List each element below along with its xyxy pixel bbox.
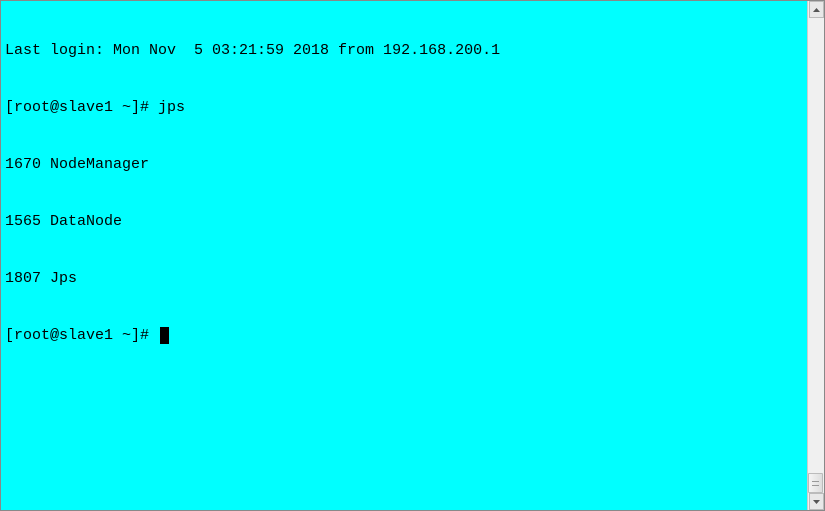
scroll-thumb[interactable] [808,473,823,493]
command-line-2: [root@slave1 ~]# [5,326,803,345]
terminal-window: Last login: Mon Nov 5 03:21:59 2018 from… [0,0,825,511]
scroll-track[interactable] [808,18,824,493]
last-login-line: Last login: Mon Nov 5 03:21:59 2018 from… [5,41,803,60]
prompt-1: [root@slave1 ~]# [5,99,158,116]
cursor [160,327,169,344]
output-line-3: 1807 Jps [5,269,803,288]
command-1: jps [158,99,185,116]
scrollbar[interactable] [807,1,824,510]
command-line-1: [root@slave1 ~]# jps [5,98,803,117]
terminal-content[interactable]: Last login: Mon Nov 5 03:21:59 2018 from… [1,1,807,510]
prompt-2: [root@slave1 ~]# [5,326,158,345]
output-line-1: 1670 NodeManager [5,155,803,174]
output-line-2: 1565 DataNode [5,212,803,231]
scroll-up-arrow[interactable] [809,1,824,18]
scroll-down-arrow[interactable] [809,493,824,510]
